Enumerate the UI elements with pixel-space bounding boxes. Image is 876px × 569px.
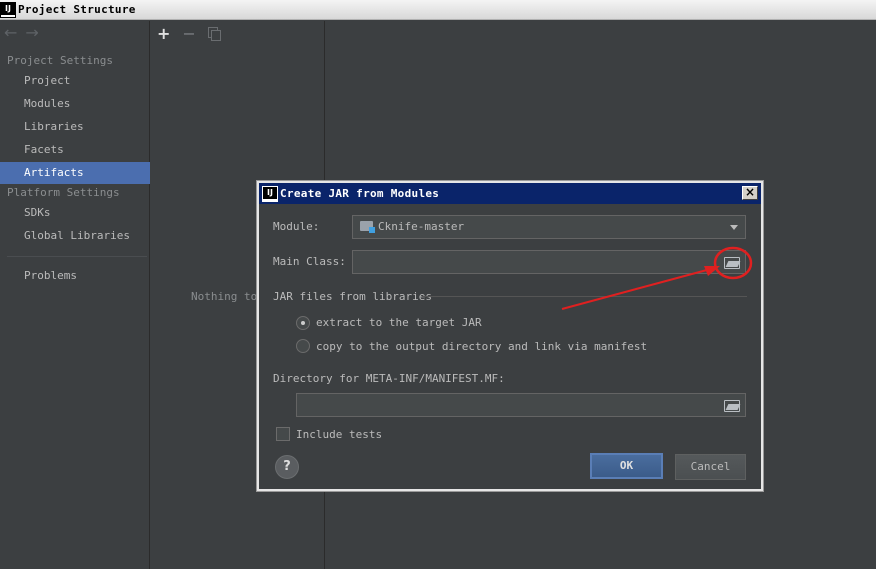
extract-radio[interactable] — [296, 316, 310, 330]
module-label: Module: — [273, 220, 320, 233]
include-tests-label[interactable]: Include tests — [296, 428, 382, 441]
sidebar-item-sdks[interactable]: SDKs — [0, 202, 150, 224]
sidebar-item-facets[interactable]: Facets — [0, 139, 150, 161]
manifest-dir-input[interactable] — [296, 393, 746, 417]
artifacts-toolbar: + − — [157, 23, 221, 43]
main-class-input[interactable] — [352, 250, 746, 274]
copy-radio-label[interactable]: copy to the output directory and link vi… — [316, 340, 647, 353]
intellij-logo-icon: IJ — [0, 1, 16, 18]
group-divider — [422, 296, 747, 297]
sidebar-item-libraries[interactable]: Libraries — [0, 116, 150, 138]
help-button[interactable]: ? — [275, 455, 299, 479]
sidebar-item-problems[interactable]: Problems — [0, 265, 150, 287]
main-class-label: Main Class: — [273, 255, 346, 268]
back-arrow-icon[interactable]: ← — [4, 24, 17, 42]
copy-radio[interactable] — [296, 339, 310, 353]
module-combobox[interactable]: Cknife-master — [352, 215, 746, 239]
sidebar-item-artifacts[interactable]: Artifacts — [0, 162, 150, 184]
sidebar-item-project[interactable]: Project — [0, 70, 150, 92]
module-value: Cknife-master — [378, 220, 465, 233]
navigation-arrows: ← → — [4, 24, 39, 42]
chevron-down-icon[interactable] — [730, 225, 738, 230]
close-icon[interactable]: × — [742, 186, 758, 200]
empty-state-text: Nothing to — [191, 290, 258, 303]
cancel-button[interactable]: Cancel — [675, 454, 746, 480]
dialog-titlebar: IJ Create JAR from Modules × — [259, 183, 761, 204]
project-settings-header: Project Settings — [7, 54, 113, 67]
include-tests-checkbox[interactable] — [276, 427, 290, 441]
create-jar-dialog: IJ Create JAR from Modules × Module: Ckn… — [257, 181, 763, 491]
sidebar-item-modules[interactable]: Modules — [0, 93, 150, 115]
jar-files-group-label: JAR files from libraries — [273, 290, 432, 303]
dialog-title: Create JAR from Modules — [280, 187, 440, 200]
remove-icon[interactable]: − — [182, 24, 195, 43]
window-title: Project Structure — [18, 3, 136, 16]
add-icon[interactable]: + — [157, 24, 170, 43]
dialog-intellij-logo-icon: IJ — [262, 185, 278, 202]
window-titlebar: IJ Project Structure — [0, 0, 876, 20]
sidebar-item-global-libraries[interactable]: Global Libraries — [0, 225, 150, 247]
manifest-dir-label: Directory for META-INF/MANIFEST.MF: — [273, 372, 505, 385]
folder-icon — [360, 221, 375, 233]
platform-settings-header: Platform Settings — [7, 186, 120, 199]
extract-radio-label[interactable]: extract to the target JAR — [316, 316, 482, 329]
manifest-browse-icon[interactable] — [724, 399, 740, 412]
sidebar: ← → Project Settings Project Modules Lib… — [0, 21, 150, 569]
ok-button[interactable]: OK — [590, 453, 663, 479]
copy-icon[interactable] — [207, 26, 221, 41]
sidebar-divider — [7, 256, 147, 257]
main-class-browse-icon[interactable] — [724, 256, 740, 269]
forward-arrow-icon[interactable]: → — [25, 24, 38, 42]
